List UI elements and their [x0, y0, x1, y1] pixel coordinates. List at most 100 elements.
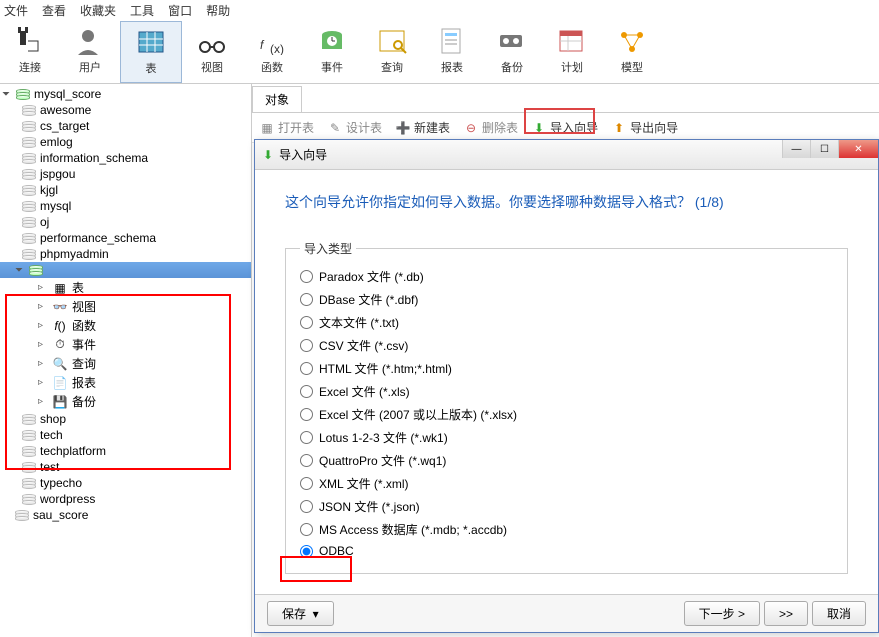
delete-table-button[interactable]: ⊖删除表	[464, 119, 518, 136]
last-button[interactable]: >>	[764, 601, 808, 626]
import-opt-2[interactable]: 文本文件 (*.txt)	[300, 311, 833, 334]
database-icon	[22, 201, 36, 212]
toolbar-连接[interactable]: 连接	[0, 21, 60, 83]
radio-6[interactable]	[300, 408, 313, 421]
export-wizard-button[interactable]: ⬆导出向导	[612, 119, 678, 136]
radio-3[interactable]	[300, 339, 313, 352]
tree-db-tech[interactable]: tech	[0, 427, 251, 443]
tree-db-oj[interactable]: oj	[0, 214, 251, 230]
maximize-button[interactable]: ☐	[810, 140, 838, 158]
toolbar-表[interactable]: 表	[120, 21, 182, 83]
import-opt-9[interactable]: XML 文件 (*.xml)	[300, 472, 833, 495]
tree-db-wordpress[interactable]: wordpress	[0, 491, 251, 507]
radio-label: QuattroPro 文件 (*.wq1)	[319, 452, 446, 469]
database-icon	[22, 446, 36, 457]
toolbar-事件[interactable]: 事件	[302, 21, 362, 83]
tree-child-查询[interactable]: ▹🔍查询	[0, 354, 251, 373]
radio-7[interactable]	[300, 431, 313, 444]
database-icon	[22, 169, 36, 180]
menu-收藏夹[interactable]: 收藏夹	[80, 2, 116, 19]
close-button[interactable]: ✕	[838, 140, 878, 158]
tree-child-表[interactable]: ▹▦表	[0, 278, 251, 297]
tree-connection-2[interactable]: sau_score	[0, 507, 251, 523]
toolbar-视图[interactable]: 视图	[182, 21, 242, 83]
tree-child-报表[interactable]: ▹📄报表	[0, 373, 251, 392]
tree-db-cs_target[interactable]: cs_target	[0, 118, 251, 134]
import-opt-7[interactable]: Lotus 1-2-3 文件 (*.wk1)	[300, 426, 833, 449]
import-opt-12[interactable]: ODBC	[300, 541, 833, 561]
radio-4[interactable]	[300, 362, 313, 375]
sidebar-tree: ⏷mysql_scoreawesomecs_targetemloginforma…	[0, 84, 252, 637]
import-opt-6[interactable]: Excel 文件 (2007 或以上版本) (*.xlsx)	[300, 403, 833, 426]
toolbar-函数[interactable]: f(x)函数	[242, 21, 302, 83]
radio-1[interactable]	[300, 293, 313, 306]
tree-db-phpmyadmin[interactable]: phpmyadmin	[0, 246, 251, 262]
minimize-button[interactable]: —	[782, 140, 810, 158]
tree-db-awesome[interactable]: awesome	[0, 102, 251, 118]
tree-db-performance_schema[interactable]: performance_schema	[0, 230, 251, 246]
cancel-button[interactable]: 取消	[812, 601, 866, 626]
radio-5[interactable]	[300, 385, 313, 398]
toolbar-计划[interactable]: 计划	[542, 21, 602, 83]
tree-child-备份[interactable]: ▹💾备份	[0, 392, 251, 411]
toolbar-查询[interactable]: 查询	[362, 21, 422, 83]
query-icon: 🔍	[52, 358, 68, 370]
export-icon: ⬆	[612, 121, 626, 135]
plan-icon	[556, 25, 588, 57]
plug-icon	[14, 25, 46, 57]
dialog-titlebar: ⬇ 导入向导 — ☐ ✕	[255, 140, 878, 170]
import-opt-4[interactable]: HTML 文件 (*.htm;*.html)	[300, 357, 833, 380]
menu-文件[interactable]: 文件	[4, 2, 28, 19]
radio-10[interactable]	[300, 500, 313, 513]
menu-帮助[interactable]: 帮助	[206, 2, 230, 19]
tree-db-shop[interactable]: shop	[0, 411, 251, 427]
tree-db-kjgl[interactable]: kjgl	[0, 182, 251, 198]
tree-db-emlog[interactable]: emlog	[0, 134, 251, 150]
tree-child-函数[interactable]: ▹f()函数	[0, 316, 251, 335]
save-button[interactable]: 保存 ▾	[267, 601, 334, 626]
tree-db-test[interactable]: test	[0, 459, 251, 475]
radio-2[interactable]	[300, 316, 313, 329]
import-opt-8[interactable]: QuattroPro 文件 (*.wq1)	[300, 449, 833, 472]
radio-0[interactable]	[300, 270, 313, 283]
radio-label: DBase 文件 (*.dbf)	[319, 291, 418, 308]
database-icon	[22, 414, 36, 425]
tree-db-mysql[interactable]: mysql	[0, 198, 251, 214]
tree-db-techplatform[interactable]: techplatform	[0, 443, 251, 459]
table-icon: ▦	[52, 282, 68, 294]
import-opt-11[interactable]: MS Access 数据库 (*.mdb; *.accdb)	[300, 518, 833, 541]
menu-窗口[interactable]: 窗口	[168, 2, 192, 19]
radio-12[interactable]	[300, 545, 313, 558]
import-wizard-button[interactable]: ⬇导入向导	[532, 119, 598, 136]
import-opt-0[interactable]: Paradox 文件 (*.db)	[300, 265, 833, 288]
tab-objects[interactable]: 对象	[252, 86, 302, 112]
toolbar-用户[interactable]: 用户	[60, 21, 120, 83]
next-button[interactable]: 下一步 >	[684, 601, 760, 626]
toolbar-备份[interactable]: 备份	[482, 21, 542, 83]
radio-9[interactable]	[300, 477, 313, 490]
radio-label: HTML 文件 (*.htm;*.html)	[319, 360, 452, 377]
radio-8[interactable]	[300, 454, 313, 467]
design-table-button[interactable]: ✎设计表	[328, 119, 382, 136]
tree-child-视图[interactable]: ▹👓视图	[0, 297, 251, 316]
tree-child-事件[interactable]: ▹⏱事件	[0, 335, 251, 354]
tree-connection[interactable]: ⏷mysql_score	[0, 86, 251, 102]
toolbar-报表[interactable]: 报表	[422, 21, 482, 83]
menu-工具[interactable]: 工具	[130, 2, 154, 19]
tree-db-jspgou[interactable]: jspgou	[0, 166, 251, 182]
import-opt-5[interactable]: Excel 文件 (*.xls)	[300, 380, 833, 403]
import-opt-1[interactable]: DBase 文件 (*.dbf)	[300, 288, 833, 311]
tree-db-information_schema[interactable]: information_schema	[0, 150, 251, 166]
tree-db-selected[interactable]: ⏷	[0, 262, 251, 278]
radio-11[interactable]	[300, 523, 313, 536]
dialog-footer: 保存 ▾ 下一步 > >> 取消	[255, 594, 878, 632]
main-toolbar: 连接用户表视图f(x)函数事件查询报表备份计划模型	[0, 21, 879, 84]
toolbar-模型[interactable]: 模型	[602, 21, 662, 83]
open-table-button[interactable]: ▦打开表	[260, 119, 314, 136]
import-opt-10[interactable]: JSON 文件 (*.json)	[300, 495, 833, 518]
new-table-button[interactable]: ➕新建表	[396, 119, 450, 136]
tree-db-typecho[interactable]: typecho	[0, 475, 251, 491]
import-opt-3[interactable]: CSV 文件 (*.csv)	[300, 334, 833, 357]
menu-查看[interactable]: 查看	[42, 2, 66, 19]
fx-icon: f()	[52, 320, 68, 332]
